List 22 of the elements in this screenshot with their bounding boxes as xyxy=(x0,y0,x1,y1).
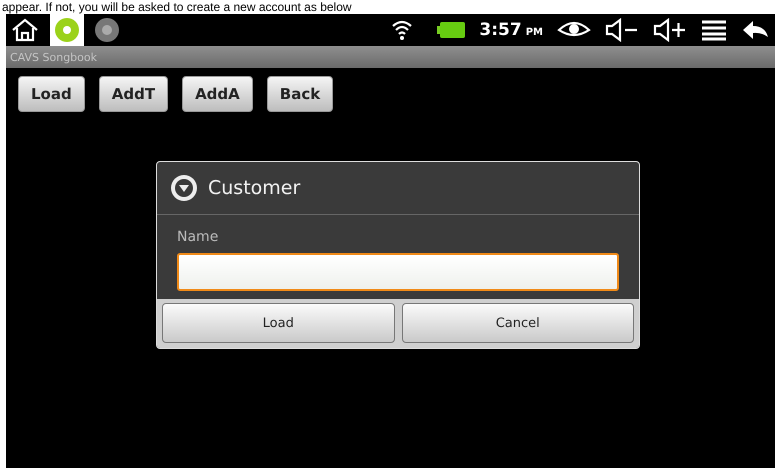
toolbar-button[interactable]: Load xyxy=(18,76,85,112)
toolbar-button[interactable]: AddA xyxy=(182,76,253,112)
circle-app-icon[interactable] xyxy=(94,17,120,43)
field-label: Name xyxy=(177,229,220,245)
home-icon[interactable] xyxy=(10,17,40,43)
toolbar-button[interactable]: AddT xyxy=(98,76,168,112)
battery-icon xyxy=(437,21,466,39)
menu-icon[interactable] xyxy=(701,19,727,41)
document-text: appear. If not, you will be asked to create a new account as below xyxy=(1,0,352,14)
volume-up-icon[interactable] xyxy=(653,18,687,42)
app-title: CAVS Songbook xyxy=(10,50,97,64)
dropdown-circle-icon xyxy=(169,173,199,203)
clock-meridiem: PM xyxy=(526,27,543,38)
dialog-button[interactable]: Load xyxy=(162,303,394,343)
toolbar-button[interactable]: Back xyxy=(266,76,334,112)
dialog-button[interactable]: Cancel xyxy=(402,303,634,343)
clock-time: 3:57 xyxy=(479,20,522,40)
dialog-title: Customer xyxy=(208,177,300,199)
name-input-field[interactable] xyxy=(177,253,619,291)
volume-down-icon[interactable] xyxy=(605,18,639,42)
back-icon[interactable] xyxy=(741,19,769,41)
wifi-icon xyxy=(391,18,414,42)
